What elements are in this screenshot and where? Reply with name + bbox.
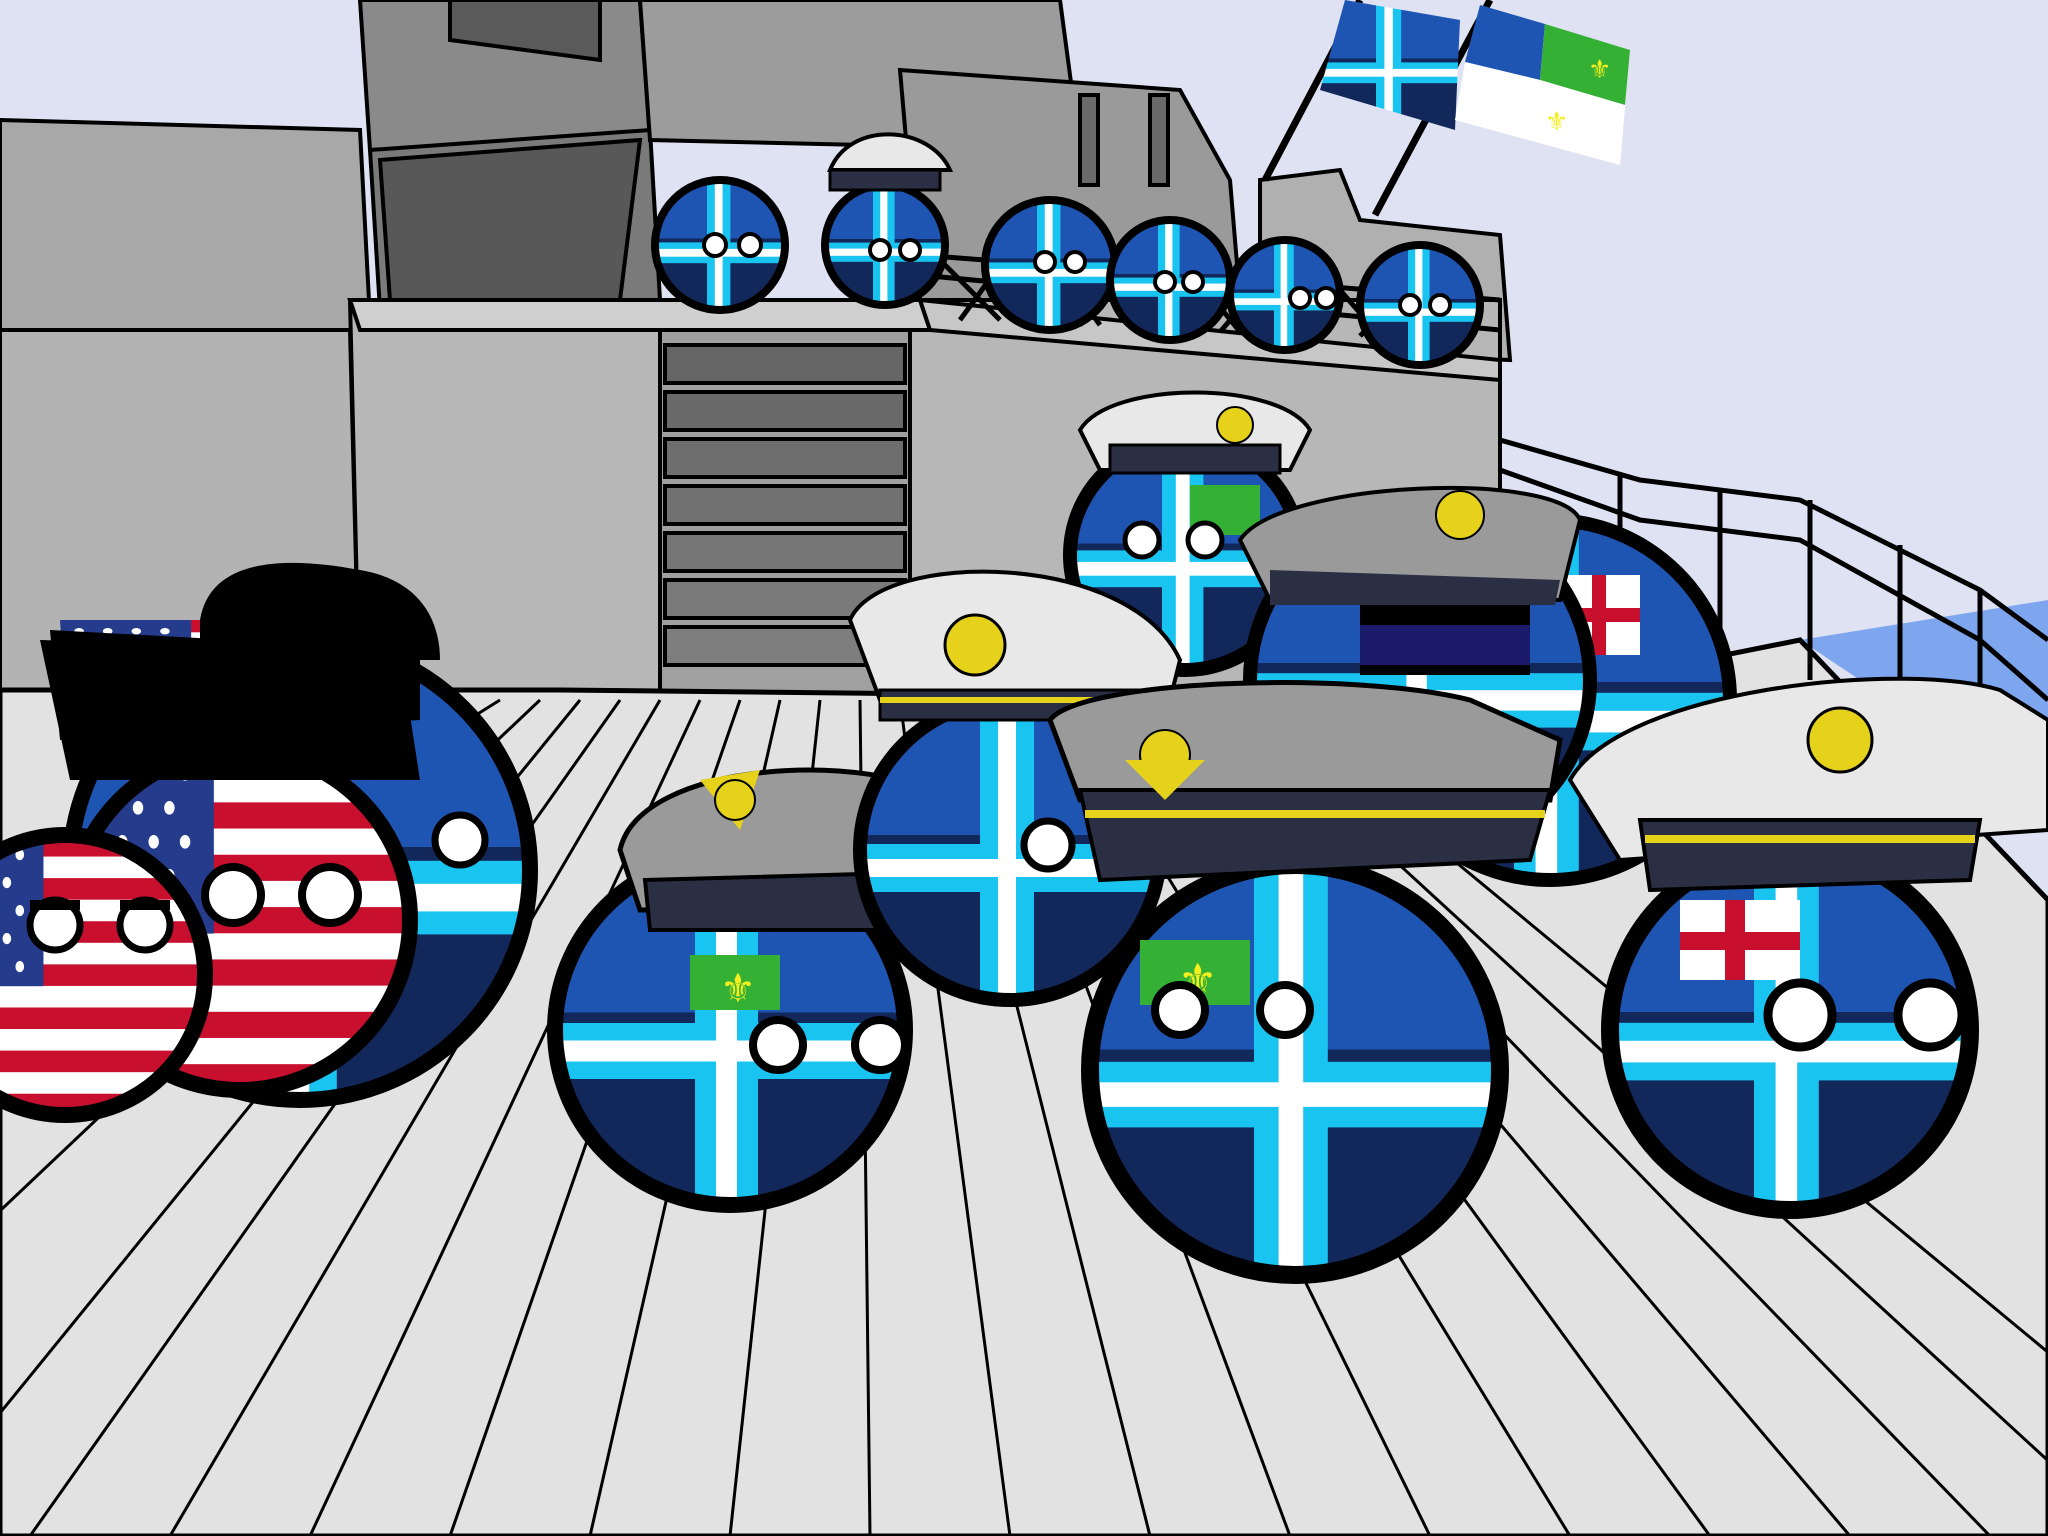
svg-text:⚜: ⚜ (1588, 55, 1611, 85)
usa-ball-front (0, 827, 213, 1123)
svg-text:⚜: ⚜ (1545, 107, 1568, 137)
comic-scene: ⚜ ⚜ ⚜ ⚜ (0, 0, 2048, 1536)
ship-deck-illustration: ⚜ ⚜ ⚜ ⚜ (0, 0, 2048, 1536)
svg-text:⚜: ⚜ (720, 966, 756, 1012)
